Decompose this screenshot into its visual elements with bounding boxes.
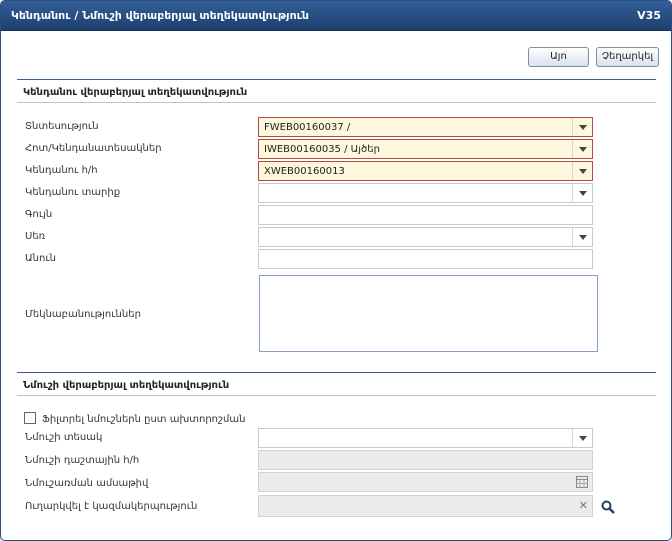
notes-textarea[interactable] — [259, 275, 598, 352]
filter-by-diagnosis-checkbox[interactable] — [24, 412, 36, 424]
search-icon[interactable] — [601, 500, 615, 514]
section-divider — [17, 102, 656, 103]
name-label: Անուն — [25, 253, 57, 264]
dialog-window: Կենդանու / Նմուշի վերաբերյալ տեղեկատվութ… — [0, 0, 672, 541]
window-code: V35 — [637, 9, 661, 22]
animal-id-label: Կենդանու հ/հ — [25, 165, 98, 176]
animal-section-title: Կենդանու վերաբերյալ տեղեկատվություն — [23, 87, 248, 98]
notes-label: Մեկնաբանություններ — [25, 309, 141, 320]
sample-type-label: Նմուշի տեսակ — [25, 432, 103, 443]
chevron-down-icon[interactable] — [572, 429, 592, 447]
sample-field-no-label: Նմուշի դաշտային հ/հ — [25, 455, 140, 466]
farm-value: FWEB00160037 / — [264, 122, 351, 133]
sent-org-input: ✕ — [258, 495, 593, 517]
title-bar: Կենդանու / Նմուշի վերաբերյալ տեղեկատվութ… — [1, 1, 671, 31]
age-select[interactable] — [258, 183, 593, 203]
sample-section-title: Նմուշի վերաբերյալ տեղեկատվություն — [23, 380, 230, 391]
age-label: Կենդանու տարիք — [25, 187, 121, 198]
color-input[interactable] — [258, 205, 593, 225]
section-divider — [17, 79, 656, 80]
chevron-down-icon[interactable] — [572, 162, 592, 180]
filter-by-diagnosis-label: Ֆիլտրել նմուշներն ըստ ախտորոշման — [42, 414, 246, 425]
color-label: Գույն — [25, 209, 53, 220]
sample-date-input — [258, 472, 593, 492]
chevron-down-icon[interactable] — [572, 118, 592, 136]
farm-label: Տնտեսություն — [25, 121, 99, 132]
window-title: Կենդանու / Նմուշի վերաբերյալ տեղեկատվութ… — [11, 9, 309, 22]
sent-org-label: Ուղարկվել է կազմակերպություն — [25, 501, 198, 512]
farm-select[interactable]: FWEB00160037 / — [258, 117, 593, 137]
chevron-down-icon[interactable] — [572, 228, 592, 246]
chevron-down-icon[interactable] — [572, 184, 592, 202]
chevron-down-icon[interactable] — [572, 140, 592, 158]
herd-value: IWEB00160035 / Այծեր — [264, 144, 380, 155]
calendar-icon — [576, 475, 588, 491]
name-input[interactable] — [258, 249, 593, 269]
sample-type-select[interactable] — [258, 428, 593, 448]
animal-id-value: XWEB00160013 — [264, 166, 345, 177]
section-divider — [17, 395, 656, 396]
animal-id-select[interactable]: XWEB00160013 — [258, 161, 593, 181]
section-divider — [17, 372, 656, 373]
sex-select[interactable] — [258, 227, 593, 247]
sample-field-no-input — [258, 450, 593, 470]
ok-button[interactable]: Այո — [528, 47, 589, 67]
sex-label: Սեռ — [25, 231, 46, 242]
herd-select[interactable]: IWEB00160035 / Այծեր — [258, 139, 593, 159]
herd-label: Հոտ/Կենդանատեսակներ — [25, 143, 162, 154]
clear-icon[interactable]: ✕ — [579, 499, 588, 512]
cancel-button[interactable]: Չեղարկել — [596, 47, 659, 67]
sample-date-label: Նմուշառման ամսաթիվ — [25, 478, 149, 489]
